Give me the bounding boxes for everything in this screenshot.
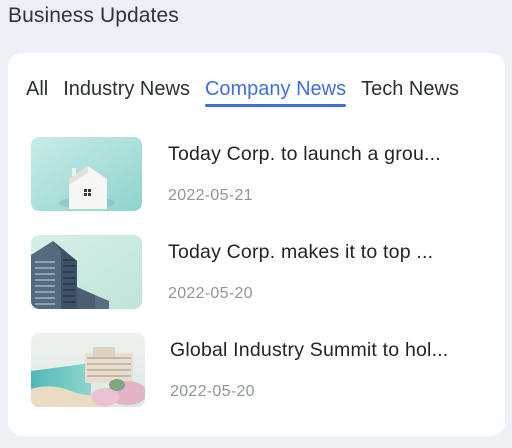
news-thumbnail-resort [31, 333, 145, 407]
news-title: Global Industry Summit to hol... [170, 339, 449, 361]
news-thumbnail-house [31, 137, 142, 211]
house-icon [31, 137, 142, 211]
news-date: 2022-05-20 [168, 285, 253, 302]
news-item[interactable]: Today Corp. makes it to top ... 2022-05-… [31, 235, 491, 311]
news-item[interactable]: Global Industry Summit to hol... 2022-05… [31, 333, 491, 409]
news-thumbnail-building [31, 235, 142, 309]
news-title: Today Corp. to launch a grou... [168, 143, 441, 165]
tab-tech-news[interactable]: Tech News [361, 78, 459, 107]
news-date: 2022-05-21 [168, 187, 253, 204]
news-tabs: All Industry News Company News Tech News [26, 78, 459, 107]
section-title: Business Updates [8, 4, 179, 27]
beach-resort-photo [31, 333, 145, 407]
tab-company-news[interactable]: Company News [204, 78, 347, 107]
news-date: 2022-05-20 [170, 383, 255, 400]
tab-all[interactable]: All [26, 78, 48, 107]
news-card: All Industry News Company News Tech News [8, 53, 505, 436]
tab-industry-news[interactable]: Industry News [63, 78, 190, 107]
news-item[interactable]: Today Corp. to launch a grou... 2022-05-… [31, 137, 491, 213]
news-title: Today Corp. makes it to top ... [168, 241, 434, 263]
office-building-photo [31, 235, 142, 309]
